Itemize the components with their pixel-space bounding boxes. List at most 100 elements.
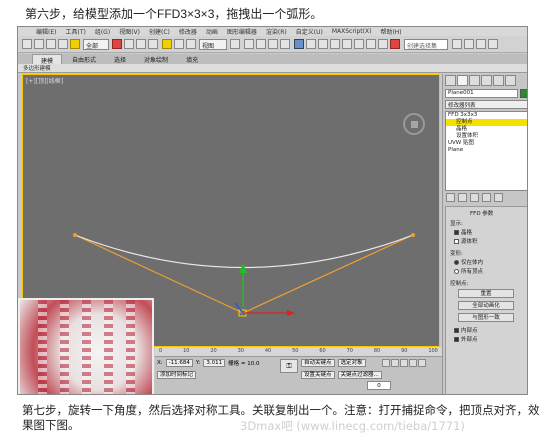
active-shade-icon[interactable] bbox=[464, 39, 474, 49]
select-object-icon[interactable] bbox=[112, 39, 122, 49]
help-search-icon[interactable] bbox=[476, 39, 486, 49]
current-frame-field[interactable]: 0 bbox=[367, 381, 391, 390]
select-rotate-icon[interactable] bbox=[174, 39, 184, 49]
menu-bar: 编辑(E) 工具(T) 组(G) 视图(V) 创建(C) 修改器 动画 图形编辑… bbox=[18, 27, 527, 36]
window-crossing-icon[interactable] bbox=[148, 39, 158, 49]
undo-icon[interactable] bbox=[22, 39, 32, 49]
modifier-stack: FFD 3x3x3 控制点 晶格 设置体积 UVW 贴图 Plane bbox=[445, 111, 527, 191]
unlink-icon[interactable] bbox=[58, 39, 68, 49]
display-tab-icon[interactable] bbox=[493, 75, 504, 86]
link-icon[interactable] bbox=[46, 39, 56, 49]
render-frame-icon[interactable] bbox=[390, 39, 400, 49]
goto-start-icon[interactable] bbox=[382, 359, 390, 367]
display-source-checkbox[interactable]: 源体积 bbox=[454, 237, 478, 245]
create-tab-icon[interactable] bbox=[445, 75, 456, 86]
menu-tools[interactable]: 工具(T) bbox=[65, 27, 85, 36]
outside-points-checkbox[interactable]: 外部点 bbox=[454, 335, 478, 343]
select-scale-icon[interactable] bbox=[186, 39, 196, 49]
menu-modifiers[interactable]: 修改器 bbox=[179, 27, 197, 36]
utilities-tab-icon[interactable] bbox=[505, 75, 516, 86]
play-icon[interactable] bbox=[400, 359, 408, 367]
angle-snap-icon[interactable] bbox=[256, 39, 266, 49]
show-end-result-icon[interactable] bbox=[458, 193, 467, 202]
mirror-icon[interactable] bbox=[294, 39, 304, 49]
menu-maxscript[interactable]: MAXScript(X) bbox=[332, 28, 372, 35]
selection-filter-dropdown[interactable]: 全部 bbox=[83, 39, 109, 50]
prev-frame-icon[interactable] bbox=[391, 359, 399, 367]
set-key-button[interactable]: 设置关键点 bbox=[301, 371, 335, 379]
tab-populate[interactable]: 填充 bbox=[178, 54, 206, 64]
x-coordinate-field[interactable]: -11.684 bbox=[165, 359, 193, 367]
make-unique-icon[interactable] bbox=[470, 193, 479, 202]
align-icon[interactable] bbox=[306, 39, 316, 49]
deform-all-radio[interactable]: 所有顶点 bbox=[454, 267, 483, 275]
schematic-view-icon[interactable] bbox=[354, 39, 364, 49]
menu-animation[interactable]: 动画 bbox=[206, 27, 218, 36]
named-selection-set-field[interactable]: 创建选择集 bbox=[404, 39, 448, 50]
key-icon[interactable]: ⚿ bbox=[280, 359, 298, 373]
tab-freeform[interactable]: 自由形式 bbox=[64, 54, 104, 64]
graphite-toggle-icon[interactable] bbox=[330, 39, 340, 49]
material-editor-icon[interactable] bbox=[366, 39, 376, 49]
object-name-field[interactable]: Plane001 bbox=[445, 89, 518, 98]
menu-edit[interactable]: 编辑(E) bbox=[36, 27, 56, 36]
tab-object-paint[interactable]: 对象绘制 bbox=[136, 54, 176, 64]
remove-modifier-icon[interactable] bbox=[482, 193, 491, 202]
rollout-title[interactable]: FFD 参数 bbox=[470, 209, 493, 217]
bind-space-warp-icon[interactable] bbox=[70, 39, 80, 49]
timeline-ruler[interactable]: 0 10 20 30 40 50 60 70 80 90 100 bbox=[155, 347, 442, 357]
x-label: X: bbox=[157, 360, 163, 366]
reset-button[interactable]: 重置 bbox=[458, 289, 514, 298]
select-by-name-icon[interactable] bbox=[124, 39, 134, 49]
inside-points-checkbox[interactable]: 内部点 bbox=[454, 326, 478, 334]
motion-tab-icon[interactable] bbox=[481, 75, 492, 86]
hierarchy-tab-icon[interactable] bbox=[469, 75, 480, 86]
stack-item-ffd[interactable]: FFD 3x3x3 bbox=[446, 112, 527, 119]
next-frame-icon[interactable] bbox=[409, 359, 417, 367]
conform-to-shape-button[interactable]: 与图形一致 bbox=[458, 313, 514, 322]
display-lattice-checkbox[interactable]: 晶格 bbox=[454, 228, 472, 236]
render-setup-icon[interactable] bbox=[378, 39, 388, 49]
deform-inside-radio[interactable]: 仅在体内 bbox=[454, 258, 483, 266]
object-color-swatch[interactable] bbox=[520, 89, 527, 98]
goto-end-icon[interactable] bbox=[418, 359, 426, 367]
reference-coordinate-dropdown[interactable]: 视图 bbox=[199, 39, 227, 50]
layer-manager-icon[interactable] bbox=[318, 39, 328, 49]
stack-item-control-points[interactable]: 控制点 bbox=[446, 119, 527, 126]
menu-group[interactable]: 组(G) bbox=[95, 27, 110, 36]
pivot-center-icon[interactable] bbox=[230, 39, 240, 49]
menu-views[interactable]: 视图(V) bbox=[119, 27, 140, 36]
stack-item-plane[interactable]: Plane bbox=[446, 147, 527, 154]
add-time-tag-button[interactable]: 添加时间标记 bbox=[157, 371, 197, 379]
redo-icon[interactable] bbox=[34, 39, 44, 49]
menu-graph-editors[interactable]: 图形编辑器 bbox=[227, 27, 257, 36]
modify-tab-icon[interactable] bbox=[457, 75, 468, 86]
stack-item-uvw-map[interactable]: UVW 贴图 bbox=[446, 140, 527, 147]
key-filters-button[interactable]: 关键点过滤器... bbox=[337, 371, 382, 379]
info-icon[interactable] bbox=[488, 39, 498, 49]
animate-all-button[interactable]: 全部动画化 bbox=[458, 301, 514, 310]
stack-item-set-volume[interactable]: 设置体积 bbox=[446, 133, 527, 140]
menu-rendering[interactable]: 渲染(R) bbox=[266, 27, 287, 36]
configure-sets-icon[interactable] bbox=[494, 193, 503, 202]
selected-dropdown[interactable]: 选定对象 bbox=[337, 359, 366, 367]
menu-customize[interactable]: 自定义(U) bbox=[296, 27, 323, 36]
auto-key-button[interactable]: 自动关键点 bbox=[301, 359, 335, 367]
select-move-icon[interactable] bbox=[162, 39, 172, 49]
pin-stack-icon[interactable] bbox=[446, 193, 455, 202]
snap-toggle-icon[interactable] bbox=[244, 39, 254, 49]
control-point-right bbox=[411, 233, 415, 237]
curve-editor-icon[interactable] bbox=[342, 39, 352, 49]
tab-modeling[interactable]: 建模 bbox=[32, 54, 63, 65]
menu-help[interactable]: 帮助(H) bbox=[380, 27, 401, 36]
percent-snap-icon[interactable] bbox=[268, 39, 278, 49]
tab-selection[interactable]: 选择 bbox=[106, 54, 134, 64]
y-coordinate-field[interactable]: 3.011 bbox=[203, 359, 226, 367]
spinner-snap-icon[interactable] bbox=[280, 39, 290, 49]
render-icon[interactable] bbox=[452, 39, 462, 49]
stack-item-lattice[interactable]: 晶格 bbox=[446, 126, 527, 133]
menu-create[interactable]: 创建(C) bbox=[149, 27, 170, 36]
rect-selection-icon[interactable] bbox=[136, 39, 146, 49]
ribbon-sub-panel[interactable]: 多边形建模 bbox=[18, 64, 527, 73]
modifier-list-dropdown[interactable]: 修改器列表 bbox=[445, 100, 527, 109]
